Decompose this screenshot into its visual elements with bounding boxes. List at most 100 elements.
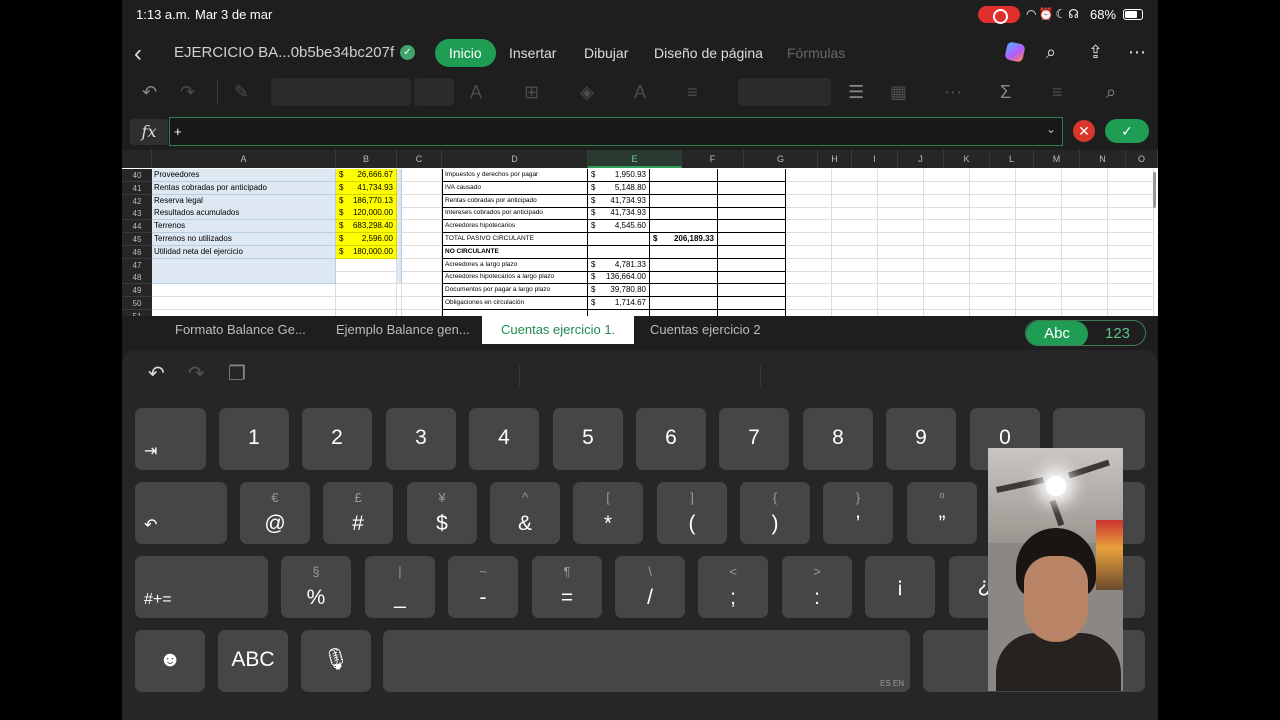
cell-empty[interactable] [1016, 220, 1062, 234]
cell-empty[interactable] [786, 245, 832, 259]
digit-key-3[interactable]: 3 [386, 408, 456, 470]
cell-f[interactable] [650, 169, 718, 182]
cell-empty[interactable] [1108, 207, 1154, 221]
cell-c[interactable] [397, 194, 442, 208]
cell-e[interactable] [588, 245, 650, 259]
digit-key-8[interactable]: 8 [803, 408, 873, 470]
column-header-g[interactable]: G [744, 150, 818, 168]
row-header[interactable]: 45 [122, 233, 152, 246]
column-header-i[interactable]: I [852, 150, 898, 168]
cell-a[interactable]: Terrenos no utilizados [152, 233, 336, 246]
cell-g[interactable] [718, 297, 786, 310]
sheet-tab-ejemplo-balance[interactable]: Ejemplo Balance gen... [336, 316, 470, 344]
row-header[interactable]: 42 [122, 194, 152, 208]
cell-empty[interactable] [1062, 233, 1108, 246]
cell-e[interactable] [588, 233, 650, 246]
cell-a[interactable] [152, 284, 336, 298]
cell-b[interactable] [336, 258, 397, 272]
cell-c[interactable] [397, 207, 442, 221]
sheet-tab-cuentas-ejercicio-1[interactable]: Cuentas ejercicio 1. [482, 316, 635, 344]
symbol-key[interactable]: | _ [365, 556, 435, 618]
symbol-key[interactable]: [* [573, 482, 643, 544]
find-icon[interactable]: ⌕ [1106, 82, 1116, 103]
vertical-scrollbar[interactable] [1153, 172, 1156, 208]
table-format-icon[interactable]: ▦ [890, 82, 907, 103]
digit-key-6[interactable]: 6 [636, 408, 706, 470]
column-header-b[interactable]: B [336, 150, 397, 168]
row-header[interactable]: 49 [122, 284, 152, 298]
font-size-box[interactable] [414, 78, 454, 106]
column-header-m[interactable]: M [1034, 150, 1080, 168]
screen-recording-icon[interactable] [978, 6, 1020, 24]
cell-empty[interactable] [1062, 297, 1108, 310]
cell-empty[interactable] [832, 233, 878, 246]
symbol-key[interactable]: §% [281, 556, 351, 618]
column-header-j[interactable]: J [898, 150, 944, 168]
column-header-h[interactable]: H [818, 150, 852, 168]
cell-empty[interactable] [970, 245, 1016, 259]
cell-empty[interactable] [1108, 194, 1154, 208]
cell-empty[interactable] [1016, 284, 1062, 298]
cell-empty[interactable] [878, 233, 924, 246]
row-header[interactable]: 41 [122, 181, 152, 195]
cell-empty[interactable] [786, 181, 832, 195]
format-painter-icon[interactable]: ✎ [234, 82, 249, 103]
cell-empty[interactable] [1108, 284, 1154, 298]
cell-f[interactable] [650, 284, 718, 298]
cell-b[interactable]: $41,734.93 [336, 181, 397, 195]
cell-g[interactable] [718, 258, 786, 272]
cell-f[interactable] [650, 207, 718, 221]
cell-empty[interactable] [786, 297, 832, 310]
formula-input[interactable]: + [169, 117, 1063, 146]
cell-g[interactable] [718, 194, 786, 208]
font-style-icon[interactable]: A [470, 82, 482, 103]
symbol-key[interactable]: £ # [323, 482, 393, 544]
document-title[interactable]: EJERCICIO BA...0b5be34bc207f [174, 44, 394, 61]
cell-empty[interactable] [970, 169, 1016, 182]
cell-d[interactable]: Acreedores hipotecarios a largo plazo [442, 271, 588, 285]
cell-empty[interactable] [832, 297, 878, 310]
cell-empty[interactable] [924, 181, 970, 195]
row-header[interactable]: 40 [122, 169, 152, 182]
row-header[interactable]: 50 [122, 297, 152, 310]
cell-c[interactable] [397, 233, 442, 246]
cell-c[interactable] [397, 220, 442, 234]
cell-empty[interactable] [1062, 207, 1108, 221]
cell-g[interactable] [718, 220, 786, 234]
cell-empty[interactable] [878, 284, 924, 298]
cell-a[interactable]: Resultados acumulados [152, 207, 336, 221]
cell-empty[interactable] [1062, 220, 1108, 234]
confirm-button[interactable]: ✓ [1105, 119, 1149, 143]
symbol-key[interactable]: <; [698, 556, 768, 618]
sheet-tab-formato-balance[interactable]: Formato Balance Ge... [175, 316, 306, 344]
paste-icon[interactable]: ❐ [228, 361, 246, 386]
wrap-text-icon[interactable]: ☰ [848, 82, 864, 103]
cell-empty[interactable] [970, 181, 1016, 195]
cell-c[interactable] [397, 258, 442, 272]
cell-empty[interactable] [924, 297, 970, 310]
cell-empty[interactable] [1062, 194, 1108, 208]
redo-icon[interactable]: ↷ [180, 82, 195, 103]
cell-empty[interactable] [970, 194, 1016, 208]
column-header-d[interactable]: D [442, 150, 588, 168]
cell-a[interactable]: Terrenos [152, 220, 336, 234]
sheet-tab-cuentas-ejercicio-2[interactable]: Cuentas ejercicio 2 [650, 316, 761, 344]
cell-empty[interactable] [878, 220, 924, 234]
cell-empty[interactable] [832, 207, 878, 221]
cell-d[interactable]: Acreedores hipotecarios [442, 220, 588, 234]
cell-empty[interactable] [832, 220, 878, 234]
cell-empty[interactable] [878, 258, 924, 272]
cell-f[interactable] [650, 220, 718, 234]
search-icon[interactable]: ⌕ [1046, 42, 1056, 63]
cell-empty[interactable] [786, 194, 832, 208]
numeric-mode[interactable]: 123 [1088, 321, 1145, 345]
cell-empty[interactable] [878, 297, 924, 310]
fill-color-icon[interactable]: ◈ [580, 82, 594, 103]
function-icon[interactable]: fx [130, 119, 168, 145]
cell-g[interactable] [718, 284, 786, 298]
cell-b[interactable] [336, 271, 397, 285]
cell-b[interactable]: $186,770.13 [336, 194, 397, 208]
cell-a[interactable] [152, 258, 336, 272]
tab-inicio[interactable]: Inicio [435, 39, 496, 67]
cell-empty[interactable] [786, 258, 832, 272]
